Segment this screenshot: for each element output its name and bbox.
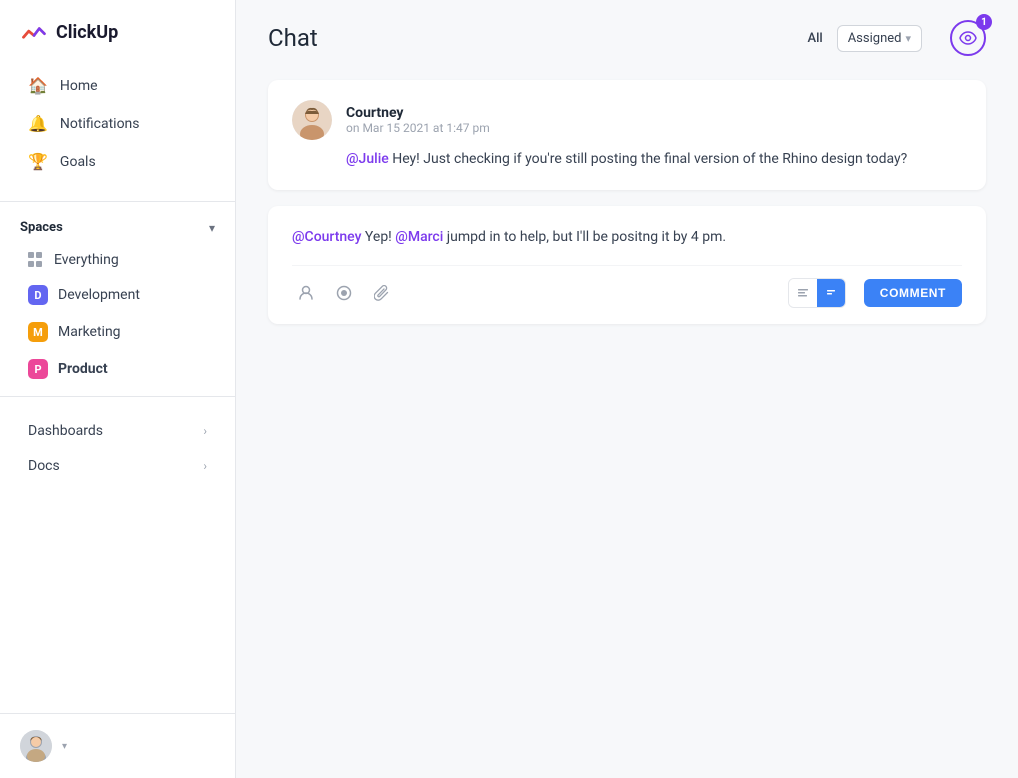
format-toggle <box>788 278 846 308</box>
avatar <box>20 730 52 762</box>
space-color-dot: P <box>28 359 48 379</box>
bell-icon: 🔔 <box>28 114 48 133</box>
user-icon[interactable] <box>292 279 320 307</box>
message-meta: Courtney on Mar 15 2021 at 1:47 pm <box>346 105 490 135</box>
attach-icon[interactable] <box>368 279 396 307</box>
home-icon: 🏠 <box>28 76 48 95</box>
chevron-right-icon: › <box>203 459 207 473</box>
sidebar: ClickUp 🏠 Home 🔔 Notifications 🏆 Goals S… <box>0 0 236 778</box>
space-label: Product <box>58 361 108 377</box>
page-title: Chat <box>268 24 785 52</box>
chevron-right-icon: › <box>203 424 207 438</box>
reply-text: @Courtney Yep! @Marci jumpd in to help, … <box>292 226 962 248</box>
avatar-image <box>20 730 52 762</box>
notification-badge[interactable]: 1 <box>950 20 986 56</box>
space-label: Everything <box>54 252 119 268</box>
divider <box>0 201 235 202</box>
sidebar-item-label: Home <box>60 78 98 94</box>
divider-2 <box>0 396 235 397</box>
sidebar-item-docs[interactable]: Docs › <box>8 449 227 483</box>
tab-assigned[interactable]: Assigned ▾ <box>837 25 922 52</box>
docs-label: Docs <box>28 458 60 474</box>
chat-area: Courtney on Mar 15 2021 at 1:47 pm @Juli… <box>236 72 1018 778</box>
spaces-list: Everything D Development M Marketing P P… <box>0 243 235 388</box>
format-btn-plain[interactable] <box>789 279 817 307</box>
sidebar-item-label: Goals <box>60 154 96 170</box>
mention-marci: @Marci <box>395 229 443 245</box>
chevron-down-icon: ▾ <box>905 32 911 45</box>
sidebar-item-goals[interactable]: 🏆 Goals <box>8 143 227 180</box>
reply-toolbar: COMMENT <box>292 265 962 308</box>
record-icon[interactable] <box>330 279 358 307</box>
spaces-label: Spaces <box>20 220 63 235</box>
tab-all[interactable]: All <box>801 27 828 50</box>
chevron-down-icon: ▾ <box>209 221 215 235</box>
message-avatar <box>292 100 332 140</box>
sidebar-item-marketing[interactable]: M Marketing <box>8 314 227 350</box>
space-color-dot: D <box>28 285 48 305</box>
filter-tabs: All Assigned ▾ <box>801 25 922 52</box>
main-nav: 🏠 Home 🔔 Notifications 🏆 Goals <box>0 62 235 193</box>
message-author: Courtney <box>346 105 490 121</box>
space-label: Marketing <box>58 324 121 340</box>
message-header: Courtney on Mar 15 2021 at 1:47 pm <box>292 100 962 140</box>
sidebar-item-label: Notifications <box>60 116 140 132</box>
everything-icon <box>28 252 44 268</box>
main-content: Chat All Assigned ▾ 1 <box>236 0 1018 778</box>
sidebar-item-dashboards[interactable]: Dashboards › <box>8 414 227 448</box>
sidebar-footer[interactable]: ▾ <box>0 713 235 778</box>
goals-icon: 🏆 <box>28 152 48 171</box>
reply-card: @Courtney Yep! @Marci jumpd in to help, … <box>268 206 986 323</box>
eye-icon <box>959 31 977 45</box>
dashboards-label: Dashboards <box>28 423 103 439</box>
sidebar-item-notifications[interactable]: 🔔 Notifications <box>8 105 227 142</box>
sidebar-item-development[interactable]: D Development <box>8 277 227 313</box>
message-time: on Mar 15 2021 at 1:47 pm <box>346 121 490 135</box>
spaces-header[interactable]: Spaces ▾ <box>0 210 235 243</box>
logo-text: ClickUp <box>56 22 118 43</box>
sidebar-item-everything[interactable]: Everything <box>8 244 227 276</box>
message-card: Courtney on Mar 15 2021 at 1:47 pm @Juli… <box>268 80 986 190</box>
mention: @Julie <box>346 151 389 167</box>
space-color-dot: M <box>28 322 48 342</box>
bottom-nav: Dashboards › Docs › <box>0 413 235 484</box>
user-menu-chevron: ▾ <box>62 741 67 752</box>
chat-header: Chat All Assigned ▾ 1 <box>236 0 1018 72</box>
sidebar-item-product[interactable]: P Product <box>8 351 227 387</box>
badge-count: 1 <box>976 14 992 30</box>
format-btn-rich[interactable] <box>817 279 845 307</box>
mention-courtney: @Courtney <box>292 229 361 245</box>
message-body: @Julie Hey! Just checking if you're stil… <box>346 148 962 170</box>
comment-button[interactable]: COMMENT <box>864 279 962 307</box>
courtney-avatar <box>292 100 332 140</box>
sidebar-item-home[interactable]: 🏠 Home <box>8 67 227 104</box>
clickup-logo-icon <box>20 18 48 46</box>
space-label: Development <box>58 287 140 303</box>
logo[interactable]: ClickUp <box>0 0 235 62</box>
